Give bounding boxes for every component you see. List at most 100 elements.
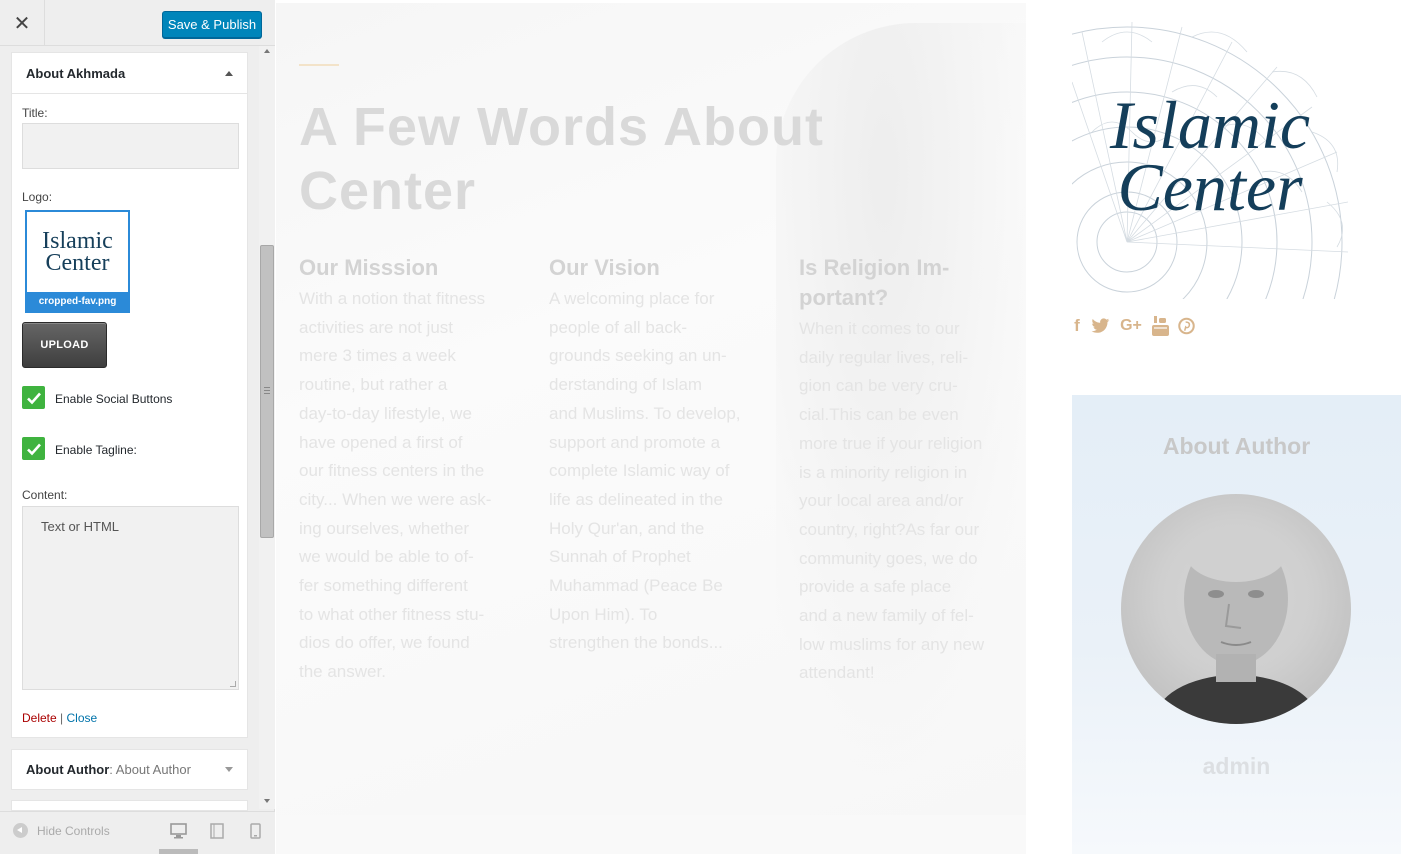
widget-actions: Delete | Close: [22, 711, 97, 725]
text-line: grounds seeking an un-: [549, 346, 727, 366]
logo-label: Logo:: [22, 190, 53, 204]
text-line: Sunnah of Prophet: [549, 547, 691, 567]
vision-column: Our Vision A welcoming place for people …: [549, 253, 759, 658]
checkmark-icon: [26, 392, 41, 404]
text-line: daily regular lives, reli-: [799, 347, 969, 367]
text-line: community goes, we do: [799, 548, 978, 568]
twitter-icon[interactable]: [1091, 316, 1110, 336]
content-textarea[interactable]: Text or HTML: [22, 506, 239, 690]
delete-link[interactable]: Delete: [22, 711, 57, 725]
collapse-arrow-icon[interactable]: [225, 70, 233, 76]
column-title: Is Religion Im- portant?: [799, 253, 1009, 313]
widget-about-author[interactable]: About Author: About Author: [11, 749, 248, 790]
actions-separator: |: [60, 711, 64, 725]
text-line: the answer.: [299, 662, 386, 682]
preview-sidebar: Islamic Center f G+ About Author admin: [1026, 0, 1419, 854]
author-name: admin: [1202, 753, 1271, 779]
column-text: When it comes to our daily regular lives…: [799, 315, 1009, 688]
scroll-up-arrow-icon[interactable]: [264, 49, 270, 53]
about-author-widget: About Author admin: [1072, 395, 1401, 854]
title-input[interactable]: [22, 123, 239, 169]
text-line: gion can be very cru-: [799, 376, 958, 396]
text-line: A welcoming place for: [549, 289, 715, 308]
text-line: complete Islamic way of: [549, 461, 730, 481]
author-widget-title: About Author: [1162, 433, 1311, 459]
column-title: Our Misssion: [299, 255, 439, 280]
enable-tagline-checkbox[interactable]: [22, 437, 45, 460]
pinterest-icon[interactable]: [1178, 316, 1195, 336]
text-line: and Muslims. To develop,: [549, 403, 741, 423]
religion-column: Is Religion Im- portant? When it comes t…: [799, 253, 1009, 688]
scroll-down-arrow-icon[interactable]: [264, 799, 270, 803]
text-line: strengthen the bonds...: [549, 633, 723, 653]
next-section: [276, 815, 1026, 854]
text-line: With a notion that fitness: [299, 289, 486, 308]
site-logo[interactable]: Islamic Center: [1072, 22, 1348, 299]
column-text: With a notion that fitness activities ar…: [299, 285, 509, 687]
heading-line2: Center: [299, 161, 477, 221]
customizer-sidebar: ✕ Save & Publish About Akhmada Title: Lo…: [0, 0, 275, 854]
text-line: support and promote a: [549, 432, 721, 452]
close-link[interactable]: Close: [67, 711, 98, 725]
logo-text-line1: Islamic: [42, 228, 113, 254]
accent-line: [299, 64, 339, 66]
text-line: our fitness centers in the: [299, 461, 485, 481]
text-line: fer something different: [299, 576, 468, 596]
logo-text: Islamic Center: [1072, 91, 1348, 221]
text-line: is a minority religion in: [799, 462, 968, 482]
facebook-icon[interactable]: f: [1072, 316, 1082, 336]
logo-image: Islamic Center: [27, 212, 128, 292]
text-line: low muslims for any new: [799, 634, 985, 654]
upload-button[interactable]: UPLOAD: [22, 322, 107, 368]
column-title-line1: Is Religion Im-: [799, 255, 950, 280]
widget-header[interactable]: About Akhmada: [12, 53, 247, 94]
text-line: day-to-day lifestyle, we: [299, 403, 472, 423]
author-portrait: [1151, 526, 1321, 724]
customizer-footer: Hide Controls: [0, 811, 275, 854]
text-line: cial.This can be even: [799, 405, 959, 425]
google-plus-icon[interactable]: G+: [1119, 316, 1143, 336]
expand-arrow-icon[interactable]: [225, 767, 233, 772]
column-title: Our Vision: [549, 255, 660, 280]
close-customizer-button[interactable]: ✕: [0, 0, 45, 46]
text-line: activities are not just: [299, 317, 454, 337]
mission-column: Our Misssion With a notion that fitness …: [299, 253, 509, 687]
hide-controls-button[interactable]: Hide Controls: [13, 823, 110, 838]
text-line: ing ourselves, whether: [299, 518, 470, 538]
text-line: your local area and/or: [799, 491, 964, 511]
text-line: country, right?As far our: [799, 519, 980, 539]
text-line: dios do offer, we found: [299, 633, 470, 653]
author-photo: [1121, 494, 1351, 724]
resize-handle-icon[interactable]: [230, 681, 236, 687]
text-line: routine, but rather a: [299, 375, 448, 395]
widget-title: About Author: [26, 762, 110, 777]
text-line: attendant!: [799, 663, 875, 683]
logo-thumbnail[interactable]: Islamic Center cropped-fav.png: [25, 210, 130, 313]
save-publish-button[interactable]: Save & Publish: [162, 11, 262, 38]
about-section: A Few Words About Center Our Misssion Wi…: [276, 3, 1026, 815]
text-line: people of all back-: [549, 317, 687, 337]
content-placeholder: Text or HTML: [41, 519, 120, 534]
collapse-sidebar-icon: [13, 823, 28, 838]
desktop-preview-icon[interactable]: [170, 823, 187, 839]
logo-filename: cropped-fav.png: [27, 292, 128, 311]
scrollbar-grip-icon: [264, 387, 270, 394]
text-line: to what other fitness stu-: [299, 604, 485, 624]
text-line: When it comes to our: [799, 319, 960, 338]
close-icon: ✕: [13, 12, 31, 35]
enable-social-checkbox[interactable]: [22, 386, 45, 409]
content-label: Content:: [22, 488, 68, 502]
text-line: provide a safe place: [799, 577, 952, 597]
youtube-icon[interactable]: [1152, 316, 1169, 336]
widget-subtitle: : About Author: [109, 762, 191, 777]
mobile-preview-icon[interactable]: [250, 823, 261, 839]
section-heading: A Few Words About Center: [299, 95, 939, 223]
text-line: have opened a first of: [299, 432, 463, 452]
text-line: Muhammad (Peace Be: [549, 576, 723, 596]
tablet-preview-icon[interactable]: [210, 823, 224, 839]
next-widget[interactable]: [11, 800, 248, 811]
text-line: more true if your religion: [799, 433, 983, 453]
text-line: mere 3 times a week: [299, 346, 456, 366]
logo-text-line2: Center: [45, 250, 110, 276]
hide-controls-label: Hide Controls: [37, 823, 110, 838]
